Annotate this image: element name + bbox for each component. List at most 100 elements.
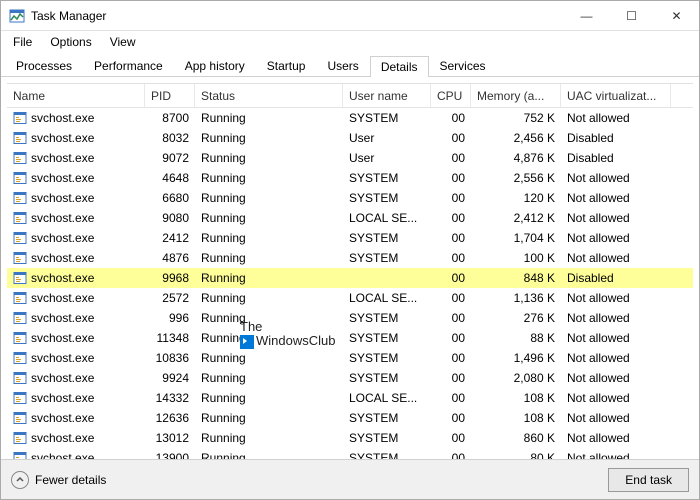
tab-details[interactable]: Details xyxy=(370,56,429,77)
cell-memory: 860 K xyxy=(471,428,561,448)
table-row[interactable]: svchost.exe9072RunningUser004,876 KDisab… xyxy=(7,148,693,168)
col-pid[interactable]: PID xyxy=(145,84,195,107)
cell-name: svchost.exe xyxy=(7,328,145,348)
cell-pid: 9080 xyxy=(145,208,195,228)
cell-status: Running xyxy=(195,368,343,388)
cell-pid: 13012 xyxy=(145,428,195,448)
table-row[interactable]: svchost.exe2412RunningSYSTEM001,704 KNot… xyxy=(7,228,693,248)
tab-performance[interactable]: Performance xyxy=(83,55,174,76)
col-status[interactable]: Status xyxy=(195,84,343,107)
tab-processes[interactable]: Processes xyxy=(5,55,83,76)
process-icon xyxy=(13,311,27,325)
cell-user: SYSTEM xyxy=(343,428,431,448)
table-row[interactable]: svchost.exe13900RunningSYSTEM0080 KNot a… xyxy=(7,448,693,459)
table-row[interactable]: svchost.exe6680RunningSYSTEM00120 KNot a… xyxy=(7,188,693,208)
cell-name: svchost.exe xyxy=(7,188,145,208)
cell-user: SYSTEM xyxy=(343,248,431,268)
tab-users[interactable]: Users xyxy=(316,55,369,76)
process-icon xyxy=(13,131,27,145)
table-row[interactable]: svchost.exe8700RunningSYSTEM00752 KNot a… xyxy=(7,108,693,128)
cell-cpu: 00 xyxy=(431,268,471,288)
cell-memory: 752 K xyxy=(471,108,561,128)
cell-cpu: 00 xyxy=(431,408,471,428)
table-row[interactable]: svchost.exe14332RunningLOCAL SE...00108 … xyxy=(7,388,693,408)
cell-pid: 4648 xyxy=(145,168,195,188)
cell-status: Running xyxy=(195,348,343,368)
table-row[interactable]: svchost.exe10836RunningSYSTEM001,496 KNo… xyxy=(7,348,693,368)
cell-status: Running xyxy=(195,408,343,428)
table-row[interactable]: svchost.exe8032RunningUser002,456 KDisab… xyxy=(7,128,693,148)
menu-view[interactable]: View xyxy=(102,33,144,51)
col-memory[interactable]: Memory (a... xyxy=(471,84,561,107)
cell-cpu: 00 xyxy=(431,288,471,308)
cell-status: Running xyxy=(195,268,343,288)
cell-uac: Not allowed xyxy=(561,368,671,388)
table-row[interactable]: svchost.exe4648RunningSYSTEM002,556 KNot… xyxy=(7,168,693,188)
process-icon xyxy=(13,231,27,245)
cell-pid: 8032 xyxy=(145,128,195,148)
process-icon xyxy=(13,171,27,185)
cell-name: svchost.exe xyxy=(7,348,145,368)
cell-memory: 276 K xyxy=(471,308,561,328)
table-row[interactable]: svchost.exe9080RunningLOCAL SE...002,412… xyxy=(7,208,693,228)
menu-bar: File Options View xyxy=(1,31,699,53)
table-row[interactable]: svchost.exe2572RunningLOCAL SE...001,136… xyxy=(7,288,693,308)
cell-cpu: 00 xyxy=(431,208,471,228)
cell-pid: 12636 xyxy=(145,408,195,428)
table-row[interactable]: svchost.exe12636RunningSYSTEM00108 KNot … xyxy=(7,408,693,428)
cell-cpu: 00 xyxy=(431,428,471,448)
cell-memory: 2,080 K xyxy=(471,368,561,388)
cell-memory: 120 K xyxy=(471,188,561,208)
cell-pid: 2572 xyxy=(145,288,195,308)
cell-memory: 848 K xyxy=(471,268,561,288)
cell-user: SYSTEM xyxy=(343,348,431,368)
cell-name: svchost.exe xyxy=(7,108,145,128)
process-table[interactable]: Name PID Status User name CPU Memory (a.… xyxy=(7,83,693,459)
col-cpu[interactable]: CPU xyxy=(431,84,471,107)
cell-user: SYSTEM xyxy=(343,168,431,188)
menu-options[interactable]: Options xyxy=(42,33,99,51)
tab-services[interactable]: Services xyxy=(429,55,497,76)
col-uac[interactable]: UAC virtualizat... xyxy=(561,84,671,107)
minimize-button[interactable]: — xyxy=(564,1,609,31)
cell-cpu: 00 xyxy=(431,148,471,168)
cell-name: svchost.exe xyxy=(7,148,145,168)
maximize-button[interactable]: ☐ xyxy=(609,1,654,31)
table-row[interactable]: svchost.exe9924RunningSYSTEM002,080 KNot… xyxy=(7,368,693,388)
cell-name: svchost.exe xyxy=(7,308,145,328)
tab-app-history[interactable]: App history xyxy=(174,55,256,76)
cell-uac: Disabled xyxy=(561,268,671,288)
table-row[interactable]: svchost.exe11348RunningSYSTEM0088 KNot a… xyxy=(7,328,693,348)
cell-uac: Not allowed xyxy=(561,428,671,448)
end-task-button[interactable]: End task xyxy=(608,468,689,492)
cell-memory: 4,876 K xyxy=(471,148,561,168)
table-row[interactable]: svchost.exe4876RunningSYSTEM00100 KNot a… xyxy=(7,248,693,268)
table-row[interactable]: svchost.exe996RunningSYSTEM00276 KNot al… xyxy=(7,308,693,328)
cell-cpu: 00 xyxy=(431,128,471,148)
menu-file[interactable]: File xyxy=(5,33,40,51)
col-name[interactable]: Name xyxy=(7,84,145,107)
process-icon xyxy=(13,331,27,345)
cell-pid: 9072 xyxy=(145,148,195,168)
cell-memory: 2,412 K xyxy=(471,208,561,228)
col-user[interactable]: User name xyxy=(343,84,431,107)
cell-cpu: 00 xyxy=(431,368,471,388)
cell-status: Running xyxy=(195,148,343,168)
fewer-details-toggle[interactable]: Fewer details xyxy=(11,471,106,489)
tab-startup[interactable]: Startup xyxy=(256,55,317,76)
cell-name: svchost.exe xyxy=(7,368,145,388)
cell-status: Running xyxy=(195,108,343,128)
cell-pid: 14332 xyxy=(145,388,195,408)
cell-pid: 9924 xyxy=(145,368,195,388)
cell-user xyxy=(343,268,431,288)
table-row[interactable]: svchost.exe13012RunningSYSTEM00860 KNot … xyxy=(7,428,693,448)
chevron-up-icon xyxy=(11,471,29,489)
cell-pid: 6680 xyxy=(145,188,195,208)
cell-name: svchost.exe xyxy=(7,288,145,308)
cell-memory: 1,496 K xyxy=(471,348,561,368)
cell-uac: Not allowed xyxy=(561,328,671,348)
table-row[interactable]: svchost.exe9968Running 00848 KDisabled xyxy=(7,268,693,288)
cell-name: svchost.exe xyxy=(7,228,145,248)
close-button[interactable]: ✕ xyxy=(654,1,699,31)
cell-user: SYSTEM xyxy=(343,308,431,328)
